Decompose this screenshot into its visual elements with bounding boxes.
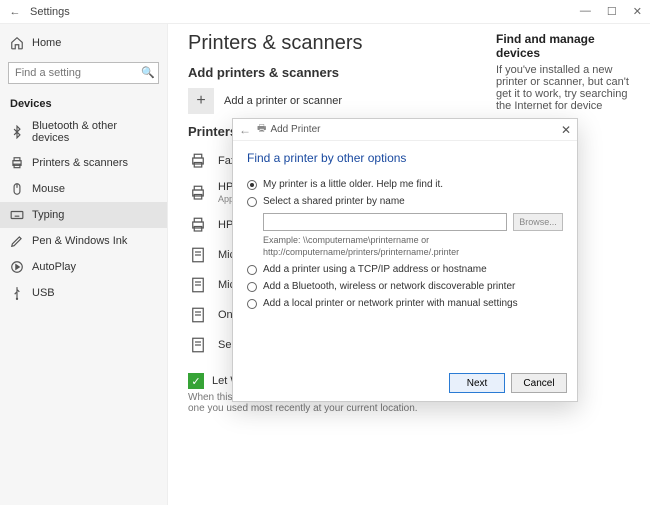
nav-printers[interactable]: Printers & scanners [0,150,167,176]
sidebar-section-label: Devices [0,90,167,114]
radio-label: Add a printer using a TCP/IP address or … [263,264,487,275]
printer-icon [188,215,208,235]
radio-older-printer[interactable]: My printer is a little older. Help me fi… [247,179,563,190]
page-title: Printers & scanners [188,32,484,55]
nav-label: Pen & Windows Ink [32,235,127,247]
radio-label: Add a Bluetooth, wireless or network dis… [263,281,515,292]
add-printer-button[interactable]: + [188,88,214,114]
home-icon [10,36,24,50]
radio-tcpip[interactable]: Add a printer using a TCP/IP address or … [247,264,563,275]
dialog-printer-icon: 🖶 [257,121,266,138]
back-icon[interactable]: ← [8,5,22,19]
nav-home[interactable]: Home [0,30,167,56]
nav-home-label: Home [32,37,61,49]
next-button[interactable]: Next [449,373,505,393]
document-icon [188,305,208,325]
shared-printer-input[interactable] [263,213,507,231]
dialog-heading: Find a printer by other options [247,151,563,165]
window-titlebar: ← Settings — ☐ ✕ [0,0,650,24]
radio-label: My printer is a little older. Help me fi… [263,179,443,190]
dialog-title: Add Printer [270,124,560,135]
default-printer-checkbox[interactable]: ✓ [188,373,204,389]
radio-local[interactable]: Add a local printer or network printer w… [247,298,563,309]
radio-icon [247,180,257,190]
nav-label: AutoPlay [32,261,76,273]
nav-pen[interactable]: Pen & Windows Ink [0,228,167,254]
sidebar: Home 🔍 Devices Bluetooth & other devices… [0,24,168,505]
nav-label: Bluetooth & other devices [32,120,157,144]
radio-shared-printer[interactable]: Select a shared printer by name [247,196,563,207]
add-heading: Add printers & scanners [188,65,484,80]
radio-label: Add a local printer or network printer w… [263,298,518,309]
radio-icon [247,282,257,292]
printer-icon [188,183,208,203]
nav-bluetooth[interactable]: Bluetooth & other devices [0,114,167,150]
printer-icon [10,156,24,170]
close-button[interactable]: ✕ [633,5,642,18]
document-icon [188,245,208,265]
nav-label: Typing [32,209,64,221]
cancel-button[interactable]: Cancel [511,373,567,393]
keyboard-icon [10,208,24,222]
dialog-back-icon[interactable]: ← [239,123,251,137]
example-text: Example: \\computername\printername or h… [263,235,563,258]
search-input[interactable] [8,62,159,84]
pen-icon [10,234,24,248]
usb-icon [10,286,24,300]
radio-icon [247,197,257,207]
nav-mouse[interactable]: Mouse [0,176,167,202]
nav-typing[interactable]: Typing [0,202,167,228]
maximize-button[interactable]: ☐ [607,5,617,18]
printer-icon [188,151,208,171]
bluetooth-icon [10,125,24,139]
mouse-icon [10,182,24,196]
dialog-close-button[interactable]: ✕ [561,123,571,137]
radio-icon [247,265,257,275]
document-icon [188,335,208,355]
window-title: Settings [30,6,70,18]
browse-button[interactable]: Browse... [513,213,563,231]
nav-label: Mouse [32,183,65,195]
radio-bluetooth[interactable]: Add a Bluetooth, wireless or network dis… [247,281,563,292]
add-label: Add a printer or scanner [224,95,342,107]
nav-autoplay[interactable]: AutoPlay [0,254,167,280]
autoplay-icon [10,260,24,274]
right-blurb: If you've installed a new printer or sca… [496,64,634,112]
nav-label: USB [32,287,55,299]
nav-usb[interactable]: USB [0,280,167,306]
radio-icon [247,299,257,309]
right-heading: Find and manage devices [496,32,634,60]
radio-label: Select a shared printer by name [263,196,405,207]
nav-label: Printers & scanners [32,157,128,169]
add-printer-dialog: ← 🖶 Add Printer ✕ Find a printer by othe… [232,118,578,402]
minimize-button[interactable]: — [580,5,591,18]
document-icon [188,275,208,295]
